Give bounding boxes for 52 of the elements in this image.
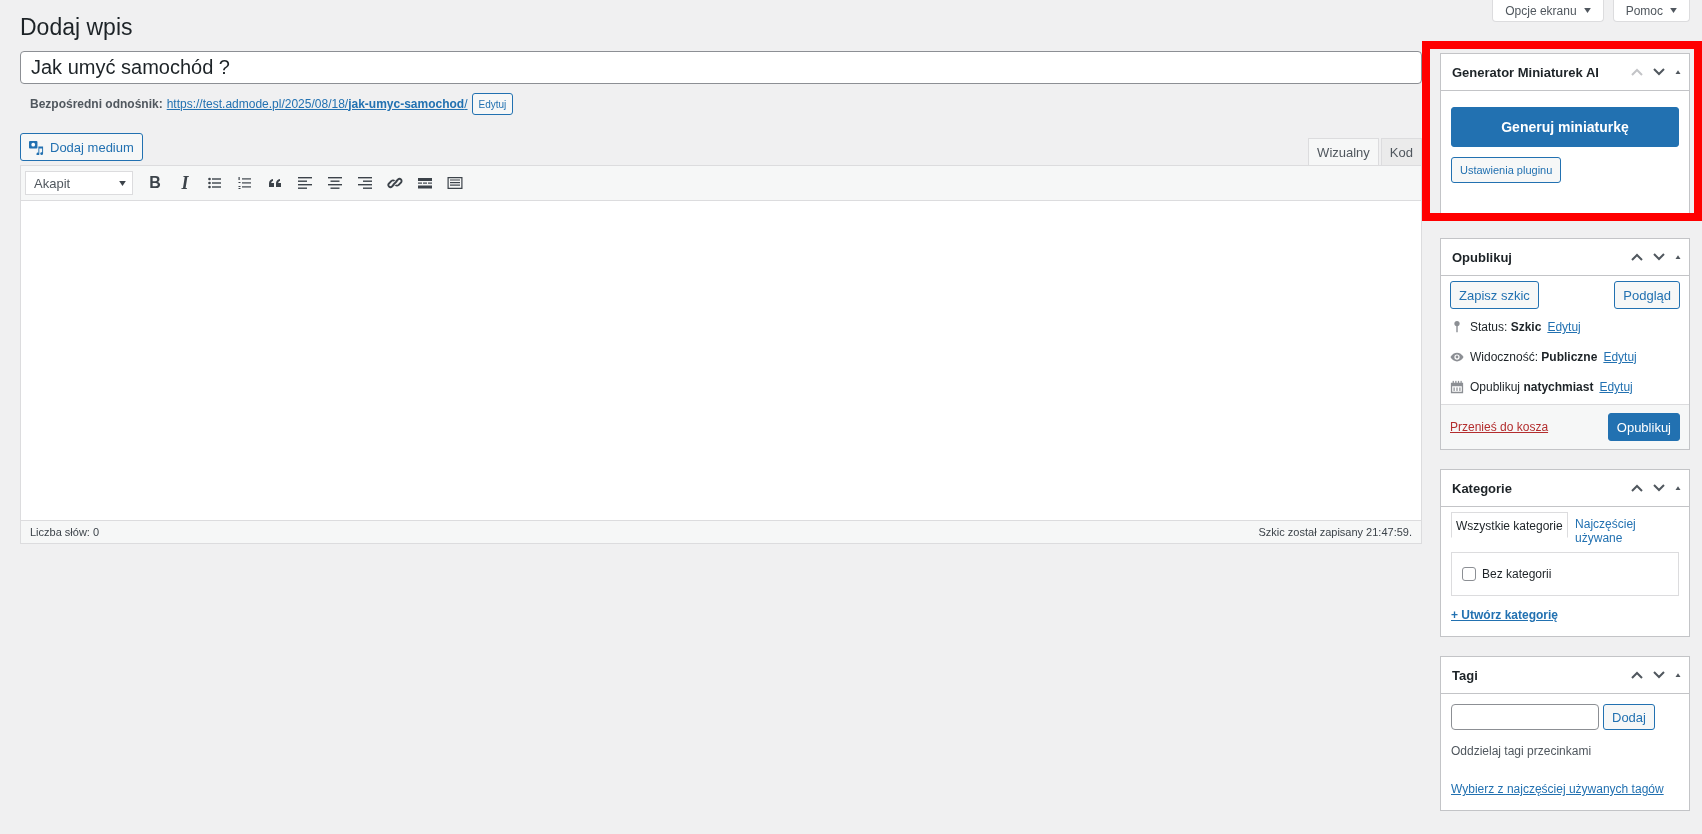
screen-tab-button[interactable]: Opcje ekranu: [1492, 0, 1604, 22]
calendar-icon: [1450, 380, 1464, 394]
link-icon[interactable]: [385, 175, 405, 191]
add-tag-button[interactable]: Dodaj: [1603, 704, 1655, 730]
align-left-icon[interactable]: [295, 175, 315, 191]
status-text: Status: Szkic: [1470, 320, 1542, 334]
panel-title: Kategorie: [1452, 480, 1512, 496]
media-icon: [29, 139, 44, 155]
bold-button[interactable]: B: [145, 174, 165, 192]
format-select[interactable]: Akapit: [25, 171, 133, 195]
edit-link[interactable]: Edytuj: [1599, 380, 1633, 394]
visibility-text: Widoczność: Publiczne: [1470, 350, 1598, 364]
add-category-link[interactable]: + Utwórz kategorię: [1451, 608, 1559, 622]
category-tab[interactable]: Najczęściej używane: [1571, 512, 1642, 548]
editor-tab[interactable]: Wizualny: [1308, 138, 1379, 165]
plugin-settings-button[interactable]: Ustawienia pluginu: [1451, 157, 1562, 183]
choose-tags-link[interactable]: Wybierz z najczęściej używanych tagów: [1451, 782, 1664, 796]
panel-title: Tagi: [1452, 667, 1478, 683]
page-title: Dodaj wpis: [20, 13, 134, 42]
tags-hint: Oddzielaj tagi przecinkami: [1451, 744, 1593, 758]
editor-tab[interactable]: Kod: [1380, 138, 1422, 165]
add-media-button[interactable]: Dodaj medium: [20, 133, 143, 161]
checkbox[interactable]: [1462, 567, 1476, 581]
save-draft-button[interactable]: Zapisz szkic: [1450, 281, 1539, 309]
trash-link[interactable]: Przenieś do kosza: [1450, 420, 1549, 434]
align-right-icon[interactable]: [355, 175, 375, 191]
caret-icon: [1583, 8, 1591, 13]
schedule-text: Opublikuj natychmiast: [1470, 380, 1594, 394]
caret-icon: [1670, 8, 1677, 13]
post-title-field[interactable]: Jak umyć samochód ?: [20, 51, 1422, 84]
align-center-icon[interactable]: [325, 175, 345, 191]
eye-icon: [1450, 350, 1464, 364]
permalink-link[interactable]: https://test.admode.pl/2025/08/18/jak-umyc-samochod/: [166, 97, 468, 111]
word-count: Liczba słów: 0: [30, 526, 100, 538]
category-tab[interactable]: Wszystkie kategorie: [1451, 512, 1568, 538]
keyboard-icon[interactable]: [445, 175, 465, 191]
read-more-icon[interactable]: [415, 175, 435, 191]
category-label: Bez kategorii: [1482, 567, 1552, 581]
edit-permalink-button[interactable]: Edytuj: [471, 93, 514, 115]
panel-title: Generator Miniaturek AI: [1452, 64, 1599, 80]
permalink-label: Bezpośredni odnośnik:: [30, 97, 163, 111]
edit-link[interactable]: Edytuj: [1547, 320, 1581, 334]
screen-tab-button[interactable]: Pomoc: [1612, 0, 1690, 22]
publish-button[interactable]: Opublikuj: [1607, 413, 1680, 441]
edit-link[interactable]: Edytuj: [1603, 350, 1637, 364]
panel-title: Opublikuj: [1452, 249, 1512, 265]
autosave-status: Szkic został zapisany 21:47:59.: [1258, 526, 1412, 538]
preview-button[interactable]: Podgląd: [1614, 281, 1680, 309]
caret-icon: [119, 180, 126, 186]
tag-input-field[interactable]: [1451, 704, 1599, 730]
generate-thumbnail-button[interactable]: Generuj miniaturkę: [1451, 107, 1679, 147]
italic-button[interactable]: I: [175, 172, 195, 194]
